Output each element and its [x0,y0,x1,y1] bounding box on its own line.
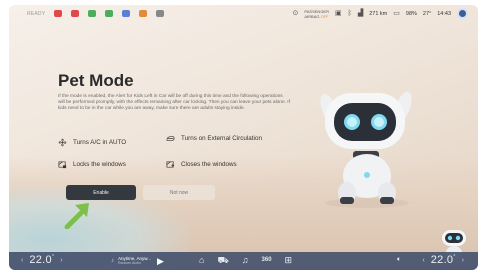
apps-grid-icon[interactable]: ⊞ [285,255,293,266]
camera-icon: ▣ [335,9,342,17]
music-icon[interactable]: ♫ [242,255,249,266]
passenger-temperature: ‹ 22.0° › [422,254,464,266]
external-circulation-icon [166,134,175,143]
ready-indicator: READY [27,10,46,17]
high-beam-icon [122,10,131,17]
page-title: Pet Mode [58,71,134,90]
battery-percent: 98% [405,10,417,17]
bottom-dock: ‹ 22.0° › ♪ Anytime, Anyw... Random Audi… [9,252,478,270]
not-now-button[interactable]: Not now [143,185,215,200]
clock: 14:43 [437,10,451,17]
status-indicators: READY [27,10,165,17]
fan-icon [58,138,67,147]
driver-temp-value: 22.0 [29,254,52,266]
headlight-icon [88,10,97,17]
fog-light-icon [105,10,114,17]
music-note-icon: ♪ [111,258,114,264]
car-screen: READY ⊙ PASSENGER AIRBAG OFF ▣ ᛒ ▟ 271 k… [9,5,478,270]
window-close-icon [166,160,175,169]
brake-warning-icon [71,10,80,17]
signal-icon: ▟ [357,9,364,17]
camera-360-icon[interactable]: 360 [262,255,272,266]
play-icon[interactable]: ▶ [157,256,164,267]
battery-icon: ▭ [393,9,400,17]
song-source: Random Audio [118,261,141,265]
feature-external-circulation: Turns on External Circulation [166,134,276,143]
volume-icon[interactable]: 🔈︎ [397,256,401,264]
status-bar: READY ⊙ PASSENGER AIRBAG OFF ▣ ᛒ ▟ 271 k… [9,5,478,23]
page-description: If the mode is enabled, the Alert for Ki… [58,94,290,112]
driver-temperature: ‹ 22.0° › [21,254,63,266]
status-right: ⊙ PASSENGER AIRBAG OFF ▣ ᛒ ▟ 271 km ▭ 98… [293,8,468,19]
outside-temperature: 27° [422,10,432,17]
auto-hold-icon [139,10,148,17]
bluetooth-icon: ᛒ [347,9,352,17]
car-icon[interactable]: ⛟ [217,255,228,266]
location-icon: ⊙ [292,9,299,17]
seatbelt-warning-icon [54,10,63,17]
feature-ac-auto: Turns A/C in AUTO [58,138,126,147]
drive-mode-icon [156,10,165,17]
temp-down-right-icon[interactable]: ‹ [422,257,424,264]
user-avatar[interactable] [457,8,468,19]
feature-close-windows: Closes the windows [166,160,237,169]
temp-down-left-icon[interactable]: ‹ [21,257,23,264]
dock-app-icons: ⌂ ⛟ ♫ 360 ⊞ [199,255,292,266]
passenger-airbag-status: PASSENGER AIRBAG OFF [304,8,329,19]
home-icon[interactable]: ⌂ [199,255,204,266]
pointer-arrow-icon [64,203,89,229]
feature-lock-windows: Locks the windows [58,160,126,169]
music-widget[interactable]: ♪ Anytime, Anyw... Random Audio [111,256,151,266]
window-lock-icon [58,160,67,169]
temp-up-right-icon[interactable]: › [462,257,464,264]
range-value: 271 km [369,10,388,17]
passenger-temp-value: 22.0 [430,254,454,266]
temp-up-left-icon[interactable]: › [60,257,62,264]
robot-pet-illustration [320,91,412,208]
